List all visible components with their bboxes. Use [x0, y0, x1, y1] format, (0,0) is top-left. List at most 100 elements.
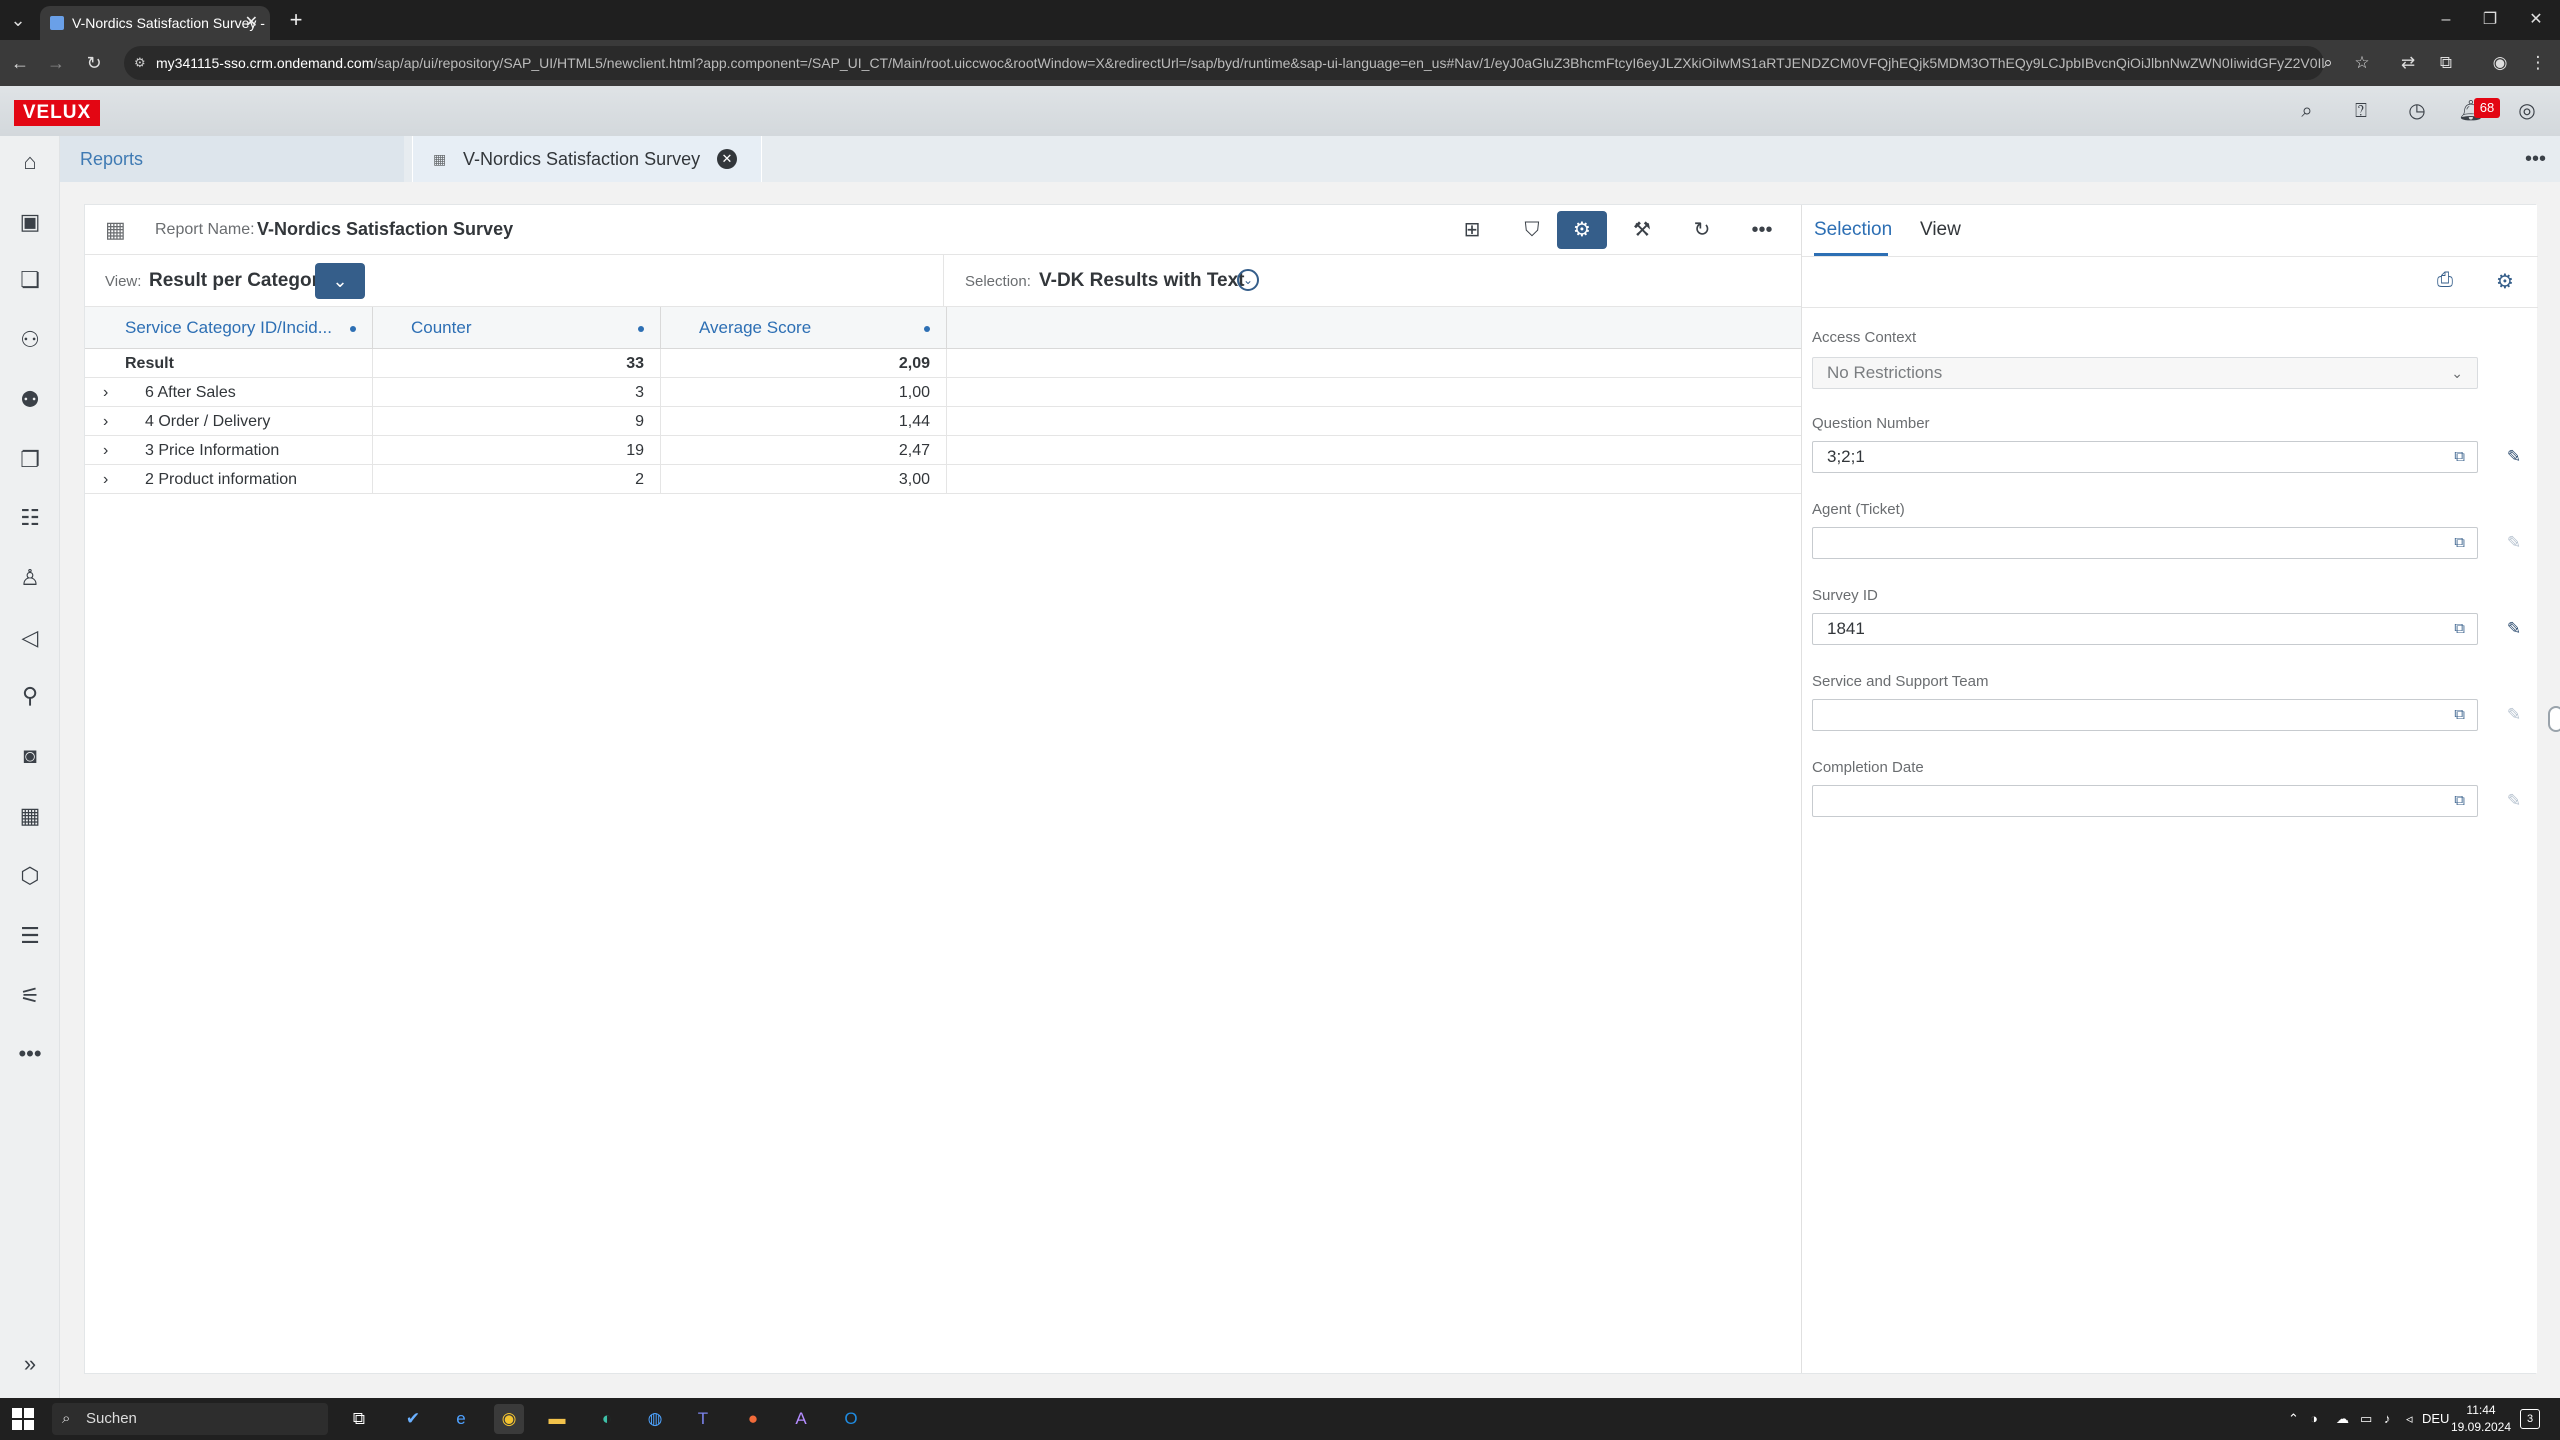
table-row[interactable]: › 2 Product information 2 3,00	[85, 465, 1801, 494]
accounts-icon[interactable]: ☷	[14, 502, 46, 534]
header-counter[interactable]: Counter	[373, 307, 661, 349]
microphone-icon[interactable]: ♪	[2384, 1398, 2391, 1440]
tray-overflow-icon[interactable]: ⌃	[2288, 1398, 2299, 1440]
table-row[interactable]: › 6 After Sales 3 1,00	[85, 378, 1801, 407]
headset-icon[interactable]: ◑	[2310, 1398, 2318, 1440]
products-icon[interactable]: ⬡	[14, 860, 46, 892]
value-help-icon[interactable]: ⧉	[2454, 528, 2465, 558]
teams-icon[interactable]: T	[688, 1404, 718, 1434]
site-info-icon[interactable]: ⚙	[134, 46, 146, 80]
app-icon[interactable]: ◍	[640, 1404, 670, 1434]
more-actions-icon[interactable]: •••	[1737, 211, 1787, 249]
window-close-icon[interactable]: ✕	[2516, 6, 2556, 34]
header-service-category[interactable]: Service Category ID/Incid...	[85, 307, 373, 349]
value-help-icon[interactable]: ⧉	[2454, 700, 2465, 730]
filter-icon[interactable]: ⛉	[1507, 211, 1557, 249]
personalize-icon[interactable]: ⚒	[1617, 211, 1667, 249]
search-icon[interactable]: ⌕	[2292, 96, 2322, 126]
restore-icon[interactable]: ❐	[2470, 6, 2510, 34]
forward-icon[interactable]: →	[42, 49, 70, 77]
browser-menu-icon[interactable]: ⋮	[2524, 49, 2552, 77]
user-icon[interactable]: ◎	[2512, 96, 2542, 126]
windows-start-icon[interactable]	[12, 1408, 34, 1430]
table-view-icon[interactable]: ▦	[105, 217, 126, 243]
bookmark-star-icon[interactable]: ☆	[2348, 49, 2376, 77]
zoom-icon[interactable]: ⌕	[2314, 49, 2342, 77]
value-help-icon[interactable]: ⧉	[2454, 442, 2465, 472]
person-icon[interactable]: ♙	[14, 562, 46, 594]
tab-report-active[interactable]: ▦ V-Nordics Satisfaction Survey ✕	[412, 136, 762, 182]
completion-date-field[interactable]: ⧉	[1812, 785, 2478, 817]
profile-icon[interactable]: ◉	[2486, 49, 2514, 77]
table-row[interactable]: › 3 Price Information 19 2,47	[85, 436, 1801, 465]
adapt-icon[interactable]: ⚟	[14, 980, 46, 1012]
clear-field-icon[interactable]: ✎	[2502, 445, 2526, 469]
question-number-field[interactable]: 3;2;1 ⧉	[1812, 441, 2478, 473]
close-tab-icon[interactable]: ✕	[717, 149, 737, 169]
table-settings-icon[interactable]: ⊞	[1447, 211, 1497, 249]
tab-close-icon[interactable]: ✕	[245, 6, 258, 40]
onedrive-icon[interactable]: ☁	[2336, 1398, 2349, 1440]
files-icon[interactable]: ❐	[14, 444, 46, 476]
marketing-icon[interactable]: ◁	[14, 622, 46, 654]
documents-icon[interactable]: ❏	[14, 264, 46, 296]
refresh-icon[interactable]: ↻	[1677, 211, 1727, 249]
todo-app-icon[interactable]: ✔	[398, 1404, 428, 1434]
clear-field-icon[interactable]: ✎	[2502, 789, 2526, 813]
task-view-icon[interactable]: ⧉	[344, 1404, 374, 1434]
tab-search-icon[interactable]: ⌄	[6, 8, 30, 32]
reports-icon[interactable]: ☰	[14, 920, 46, 952]
more-nav-icon[interactable]: •••	[14, 1038, 46, 1070]
selection-dropdown-icon[interactable]: ⌄	[1237, 269, 1259, 291]
clear-field-icon[interactable]: ✎	[2502, 531, 2526, 555]
analytics-icon[interactable]: ▦	[14, 800, 46, 832]
chrome-icon[interactable]: ◉	[494, 1404, 524, 1434]
outlook-icon[interactable]: O	[836, 1404, 866, 1434]
taskbar-search[interactable]: ⌕ Suchen	[52, 1403, 328, 1435]
column-menu-icon[interactable]	[924, 326, 930, 332]
file-explorer-icon[interactable]: ▬	[542, 1404, 572, 1434]
tab-selection[interactable]: Selection	[1814, 219, 1892, 241]
edge-icon[interactable]: e	[446, 1404, 476, 1434]
view-dropdown-button[interactable]: ⌄	[315, 263, 365, 299]
tab-view[interactable]: View	[1920, 219, 1961, 241]
table-row[interactable]: › 4 Order / Delivery 9 1,44	[85, 407, 1801, 436]
app-icon[interactable]: A	[786, 1404, 816, 1434]
column-menu-icon[interactable]	[638, 326, 644, 332]
survey-id-field[interactable]: 1841 ⧉	[1812, 613, 2478, 645]
history-icon[interactable]: ◷	[2402, 96, 2432, 126]
header-average-score[interactable]: Average Score	[661, 307, 947, 349]
help-icon[interactable]: ⍰	[2346, 96, 2376, 126]
support-team-field[interactable]: ⧉	[1812, 699, 2478, 731]
selection-settings-icon[interactable]: ⚙	[2490, 269, 2520, 294]
clock[interactable]: 11:44 19.09.2024	[2446, 1402, 2516, 1436]
table-row-total[interactable]: Result 33 2,09	[85, 349, 1801, 378]
volume-icon[interactable]: ◃	[2406, 1398, 2413, 1440]
clear-field-icon[interactable]: ✎	[2502, 703, 2526, 727]
customers-icon[interactable]: ⚇	[14, 324, 46, 356]
pane-resize-handle[interactable]	[2548, 706, 2560, 732]
sales-icon[interactable]: ⚲	[14, 680, 46, 712]
agent-field[interactable]: ⧉	[1812, 527, 2478, 559]
edge-dev-icon[interactable]: ◐	[592, 1404, 622, 1434]
save-selection-icon[interactable]: ⎙	[2430, 269, 2460, 292]
clear-field-icon[interactable]: ✎	[2502, 617, 2526, 641]
minimize-icon[interactable]: –	[2426, 6, 2466, 34]
translate-icon[interactable]: ⇄	[2394, 49, 2422, 77]
browser-app-icon[interactable]: ●	[738, 1404, 768, 1434]
url-field[interactable]: ⚙ my341115-sso.crm.ondemand.com/sap/ap/u…	[124, 46, 2324, 80]
selection-settings-icon[interactable]: ⚙	[1557, 211, 1607, 249]
tabs-overflow-icon[interactable]: •••	[2525, 136, 2546, 182]
contacts-icon[interactable]: ⚉	[14, 384, 46, 416]
value-help-icon[interactable]: ⧉	[2454, 614, 2465, 644]
extensions-icon[interactable]: ⧉	[2432, 49, 2460, 77]
access-context-select[interactable]: No Restrictions ⌄	[1812, 357, 2478, 389]
browser-tab[interactable]: V-Nordics Satisfaction Survey - ✕	[40, 6, 270, 40]
column-menu-icon[interactable]	[350, 326, 356, 332]
calendar-icon[interactable]: ▣	[14, 206, 46, 238]
reload-icon[interactable]: ↻	[80, 49, 108, 77]
chevron-down-icon[interactable]: ⌄	[2451, 358, 2463, 388]
service-icon[interactable]: ◙	[14, 740, 46, 772]
home-icon[interactable]: ⌂	[14, 146, 46, 178]
new-tab-button[interactable]: +	[282, 6, 310, 34]
